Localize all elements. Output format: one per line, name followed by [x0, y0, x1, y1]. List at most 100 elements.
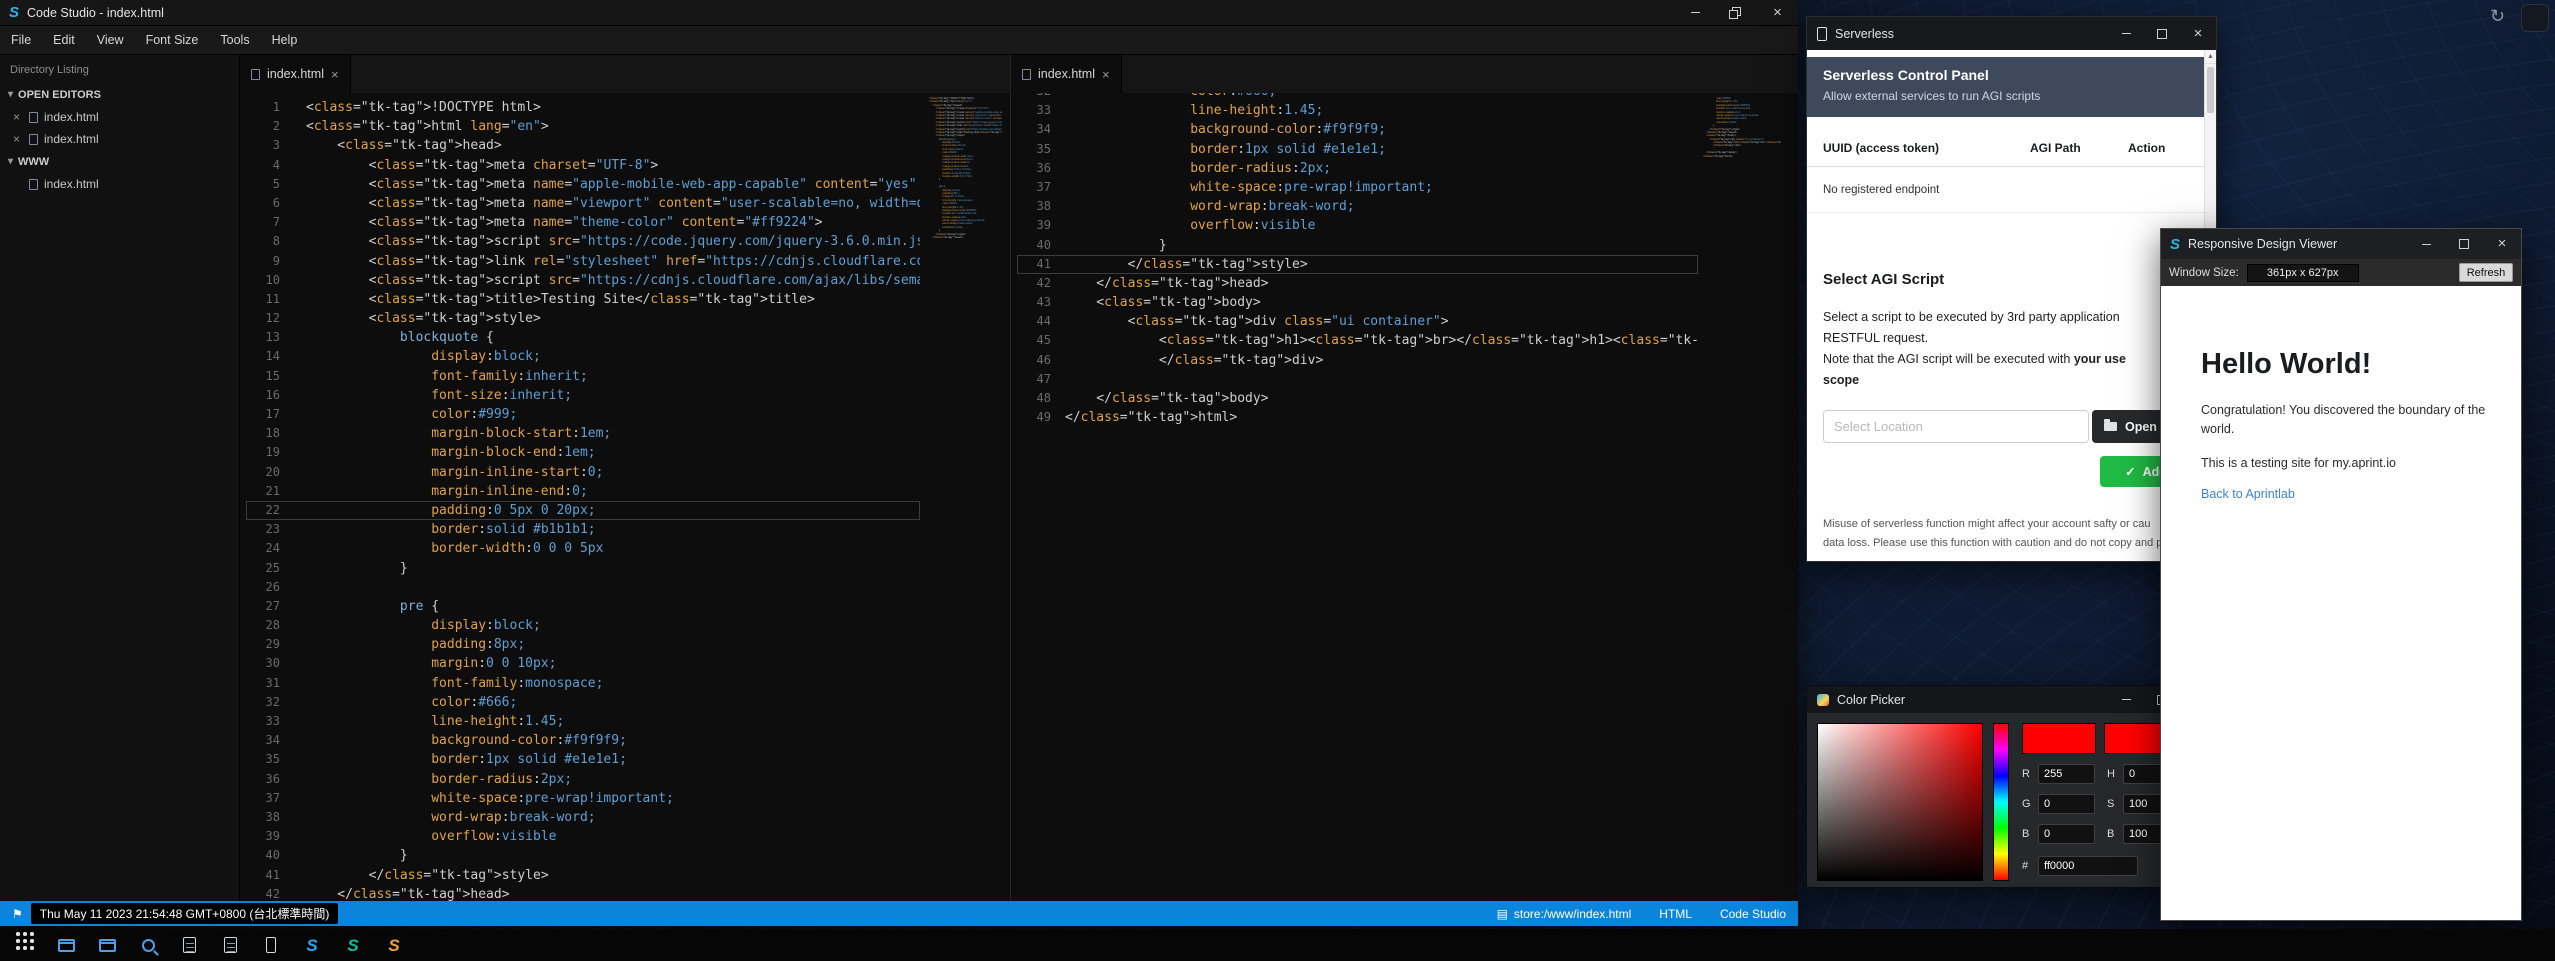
code-line[interactable]: 42 </class="tk-tag">head>: [246, 885, 920, 901]
code-line[interactable]: 41 </class="tk-tag">style>: [246, 866, 920, 885]
code-line[interactable]: 34 background-color:#f9f9f9;: [1017, 120, 1698, 139]
code-line[interactable]: 36 border-radius:2px;: [246, 770, 920, 789]
code-line[interactable]: 36 border-radius:2px;: [1017, 159, 1698, 178]
tab-close-icon[interactable]: [331, 67, 339, 82]
minimize-button[interactable]: [2108, 17, 2144, 50]
code-line[interactable]: 42 </class="tk-tag">head>: [929, 236, 1002, 239]
menu-tools[interactable]: Tools: [209, 26, 260, 54]
app-window-icon-2[interactable]: [94, 932, 120, 958]
tab-close-icon[interactable]: [1102, 67, 1110, 82]
start-button-icon[interactable]: [12, 932, 38, 958]
code-line[interactable]: 40 }: [246, 846, 920, 865]
sidebar-file-item[interactable]: index.html: [0, 173, 239, 195]
code-line[interactable]: 32 color:#666;: [246, 693, 920, 712]
channel-input-g[interactable]: [2038, 794, 2095, 814]
code-line[interactable]: 7 <class="tk-tag">meta name="theme-color…: [246, 213, 920, 232]
minimap-2[interactable]: 32 color:#666;33 line-height:1.45;34 bac…: [1703, 97, 1781, 891]
minimap-1[interactable]: 1<class="tk-tag">!DOCTYPE html>2<class="…: [929, 97, 1002, 891]
app-window-icon-1[interactable]: [53, 932, 79, 958]
close-button[interactable]: [2180, 17, 2216, 50]
statusbar-item-2[interactable]: Code Studio: [1720, 907, 1786, 921]
code-line[interactable]: 16 font-size:inherit;: [246, 386, 920, 405]
code-line[interactable]: 40 }: [1017, 236, 1698, 255]
tab-index-html-2[interactable]: index.html: [1011, 55, 1122, 93]
studio-app-icon-orange[interactable]: S: [381, 932, 407, 958]
code-line[interactable]: 25 }: [246, 559, 920, 578]
sidebar-file-item[interactable]: index.html: [0, 106, 239, 128]
code-line[interactable]: 39 overflow:visible: [1017, 216, 1698, 235]
code-line[interactable]: 8 <class="tk-tag">script src="https://co…: [246, 232, 920, 251]
browser-app-icon[interactable]: [135, 932, 161, 958]
phone-app-icon[interactable]: [258, 932, 284, 958]
close-button[interactable]: [2483, 229, 2521, 259]
code-line[interactable]: 34 background-color:#f9f9f9;: [246, 731, 920, 750]
editor-body-1[interactable]: 1<class="tk-tag">!DOCTYPE html>2<class="…: [240, 93, 1010, 901]
code-line[interactable]: 33 line-height:1.45;: [246, 712, 920, 731]
code-line[interactable]: 41 </class="tk-tag">style>: [1017, 255, 1698, 274]
code-line[interactable]: 46 </class="tk-tag">div>: [1017, 351, 1698, 370]
code-line[interactable]: 17 color:#999;: [246, 405, 920, 424]
sidebar-section-open-editors[interactable]: OPEN EDITORS: [0, 83, 239, 106]
code-line[interactable]: 29 padding:8px;: [246, 635, 920, 654]
menu-view[interactable]: View: [86, 26, 135, 54]
code-line[interactable]: 42 </class="tk-tag">head>: [1017, 274, 1698, 293]
code-line[interactable]: 15 font-family:inherit;: [246, 367, 920, 386]
tab-index-html-1[interactable]: index.html: [240, 55, 351, 93]
code-line[interactable]: 39 overflow:visible: [246, 827, 920, 846]
refresh-icon[interactable]: [2490, 6, 2505, 27]
code-line[interactable]: 35 border:1px solid #e1e1e1;: [246, 750, 920, 769]
maximize-button[interactable]: [2144, 17, 2180, 50]
code-line[interactable]: 14 display:block;: [246, 347, 920, 366]
code-line[interactable]: 1<class="tk-tag">!DOCTYPE html>: [246, 98, 920, 117]
code-line[interactable]: 6 <class="tk-tag">meta name="viewport" c…: [246, 194, 920, 213]
code-line[interactable]: 44 <class="tk-tag">div class="ui contain…: [1017, 312, 1698, 331]
code-line[interactable]: 10 <class="tk-tag">script src="https://c…: [246, 271, 920, 290]
close-icon[interactable]: [13, 111, 23, 123]
code-line[interactable]: 32 color:#666;: [1017, 93, 1698, 101]
editor-app-icon[interactable]: [217, 932, 243, 958]
code-line[interactable]: 23 border:solid #b1b1b1;: [246, 520, 920, 539]
scroll-up-icon[interactable]: [2205, 50, 2216, 64]
studio-app-icon-blue[interactable]: S: [299, 932, 325, 958]
channel-input-b[interactable]: [2038, 824, 2095, 844]
code-line[interactable]: 47: [1017, 370, 1698, 389]
code-area-2[interactable]: 32 color:#666;33 line-height:1.45;34 bac…: [1011, 93, 1698, 901]
code-line[interactable]: 49</class="tk-tag">html>: [1703, 155, 1781, 158]
code-line[interactable]: 3 <class="tk-tag">head>: [246, 136, 920, 155]
close-button[interactable]: [1757, 0, 1798, 25]
code-line[interactable]: 38 word-wrap:break-word;: [1017, 197, 1698, 216]
code-line[interactable]: 37 white-space:pre-wrap!important;: [1017, 178, 1698, 197]
minimize-button[interactable]: [2108, 686, 2144, 713]
sidebar-file-item[interactable]: index.html: [0, 128, 239, 150]
code-line[interactable]: 43 <class="tk-tag">body>: [1017, 293, 1698, 312]
code-line[interactable]: 31 font-family:monospace;: [246, 674, 920, 693]
files-app-icon[interactable]: [176, 932, 202, 958]
code-line[interactable]: 24 border-width:0 0 0 5px: [246, 539, 920, 558]
minimize-button[interactable]: [2407, 229, 2445, 259]
code-line[interactable]: 48 </class="tk-tag">body>: [1017, 389, 1698, 408]
page-link[interactable]: Back to Aprintlab: [2201, 487, 2295, 501]
code-area-1[interactable]: 1<class="tk-tag">!DOCTYPE html>2<class="…: [240, 93, 920, 901]
menu-edit[interactable]: Edit: [42, 26, 86, 54]
editor-body-2[interactable]: 32 color:#666;33 line-height:1.45;34 bac…: [1011, 93, 1798, 901]
saturation-brightness-field[interactable]: [1817, 723, 1983, 881]
code-line[interactable]: 49</class="tk-tag">html>: [1017, 408, 1698, 427]
code-line[interactable]: 30 margin:0 0 10px;: [246, 654, 920, 673]
statusbar-item-1[interactable]: HTML: [1659, 907, 1692, 921]
channel-input-r[interactable]: [2038, 764, 2095, 784]
code-line[interactable]: 12 <class="tk-tag">style>: [246, 309, 920, 328]
scrollbar-thumb[interactable]: [2207, 67, 2214, 113]
statusbar-item-0[interactable]: store:/www/index.html: [1497, 907, 1632, 921]
code-line[interactable]: 11 <class="tk-tag">title>Testing Site</c…: [246, 290, 920, 309]
menu-help[interactable]: Help: [261, 26, 309, 54]
refresh-button[interactable]: Refresh: [2459, 263, 2513, 282]
code-line[interactable]: 27 pre {: [246, 597, 920, 616]
window-size-value[interactable]: 361px x 627px: [2247, 264, 2359, 282]
code-line[interactable]: 38 word-wrap:break-word;: [246, 808, 920, 827]
code-line[interactable]: 9 <class="tk-tag">link rel="stylesheet" …: [246, 252, 920, 271]
code-line[interactable]: 2<class="tk-tag">html lang="en">: [246, 117, 920, 136]
hex-input[interactable]: [2038, 856, 2138, 876]
minimize-button[interactable]: [1675, 0, 1716, 25]
maximize-button[interactable]: [2445, 229, 2483, 259]
code-line[interactable]: 28 display:block;: [246, 616, 920, 635]
